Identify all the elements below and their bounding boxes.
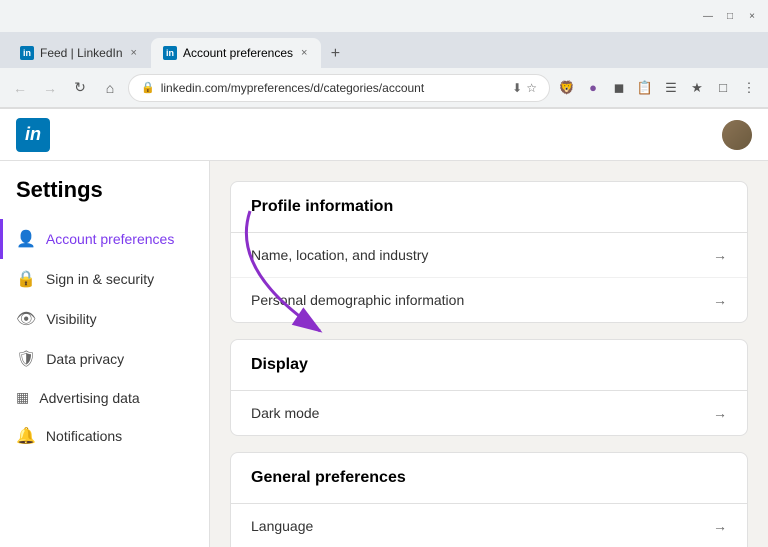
lock-icon: 🔒 — [141, 81, 155, 94]
account-icon: 👤 — [16, 229, 36, 249]
general-prefs-title: General preferences — [231, 453, 747, 504]
sidebar-label-visibility: Visibility — [46, 311, 96, 327]
ext-icon-2[interactable]: 📋 — [634, 77, 656, 99]
sidebar-item-notifications[interactable]: 🔔 Notifications — [0, 416, 209, 456]
bookmark-icon[interactable]: ★ — [686, 77, 708, 99]
setting-meta-name: → — [713, 247, 727, 263]
tab-title-feed: Feed | LinkedIn — [40, 46, 123, 60]
sidebar-item-security[interactable]: 🔒 Sign in & security — [0, 259, 209, 299]
back-button[interactable]: ← — [8, 76, 32, 100]
url-text: linkedin.com/mypreferences/d/categories/… — [161, 81, 506, 95]
data-icon: 🛡 — [16, 349, 36, 369]
arrow-icon-darkmode: → — [713, 405, 727, 421]
ext-icon-1[interactable]: ◼ — [608, 77, 630, 99]
setting-meta-language: → — [713, 518, 727, 534]
setting-name-label: Name, location, and industry — [251, 247, 428, 263]
more-icon[interactable]: ⋮ — [738, 77, 760, 99]
general-prefs-section: General preferences Language → Content l… — [230, 452, 748, 547]
menu-icon[interactable]: ☰ — [660, 77, 682, 99]
display-section: Display Dark mode → — [230, 339, 748, 436]
maximize-button[interactable]: □ — [722, 8, 738, 24]
sidebar-item-advertising[interactable]: ▦ Advertising data — [0, 379, 209, 416]
linkedin-logo[interactable]: in — [16, 118, 50, 152]
star-icon[interactable]: ☆ — [526, 81, 537, 95]
sidebar-item-data[interactable]: 🛡 Data privacy — [0, 339, 209, 379]
download-icon[interactable]: ⬇ — [512, 81, 522, 95]
content-area: Settings 👤 Account preferences 🔒 Sign in… — [0, 161, 768, 547]
close-button[interactable]: × — [744, 8, 760, 24]
arrow-icon-language: → — [713, 518, 727, 534]
avatar-image — [722, 120, 752, 150]
sidebar-label-security: Sign in & security — [46, 271, 154, 287]
tor-icon[interactable]: ● — [582, 77, 604, 99]
setting-row-demographic[interactable]: Personal demographic information → — [231, 278, 747, 322]
notifications-icon: 🔔 — [16, 426, 36, 446]
profile-info-section: Profile information Name, location, and … — [230, 181, 748, 323]
url-action-icons: ⬇ ☆ — [512, 81, 537, 95]
setting-row-darkmode[interactable]: Dark mode → — [231, 391, 747, 435]
sidebar-label-data: Data privacy — [46, 351, 124, 367]
header-right — [722, 120, 752, 150]
home-button[interactable]: ⌂ — [98, 76, 122, 100]
tab-account-preferences[interactable]: in Account preferences × — [151, 38, 322, 68]
profile-info-title: Profile information — [231, 182, 747, 233]
window-controls[interactable]: — □ × — [700, 8, 760, 24]
profile-icon[interactable]: □ — [712, 77, 734, 99]
tab-title-account: Account preferences — [183, 46, 293, 60]
app-header: in — [0, 109, 768, 161]
tab-favicon-account: in — [163, 46, 177, 60]
setting-meta-darkmode: → — [713, 405, 727, 421]
setting-meta-demographic: → — [713, 292, 727, 308]
toolbar-icons: 🦁 ● ◼ 📋 ☰ ★ □ ⋮ — [556, 77, 760, 99]
setting-language-label: Language — [251, 518, 313, 534]
setting-demographic-label: Personal demographic information — [251, 292, 464, 308]
tab-favicon-feed: in — [20, 46, 34, 60]
sidebar-label-advertising: Advertising data — [39, 390, 139, 406]
security-icon: 🔒 — [16, 269, 36, 289]
sidebar-title: Settings — [0, 177, 209, 219]
tab-feed[interactable]: in Feed | LinkedIn × — [8, 38, 151, 68]
main-content: Profile information Name, location, and … — [210, 161, 768, 547]
advertising-icon: ▦ — [16, 389, 29, 406]
tab-close-feed[interactable]: × — [129, 45, 139, 61]
tabs-bar: in Feed | LinkedIn × in Account preferen… — [0, 32, 768, 68]
arrow-icon-name: → — [713, 247, 727, 263]
setting-row-name[interactable]: Name, location, and industry → — [231, 233, 747, 278]
refresh-button[interactable]: ↻ — [68, 76, 92, 100]
avatar[interactable] — [722, 120, 752, 150]
sidebar: Settings 👤 Account preferences 🔒 Sign in… — [0, 161, 210, 547]
sidebar-label-account: Account preferences — [46, 231, 174, 247]
minimize-button[interactable]: — — [700, 8, 716, 24]
new-tab-button[interactable]: + — [321, 40, 349, 68]
address-bar: ← → ↻ ⌂ 🔒 linkedin.com/mypreferences/d/c… — [0, 68, 768, 108]
brave-icon[interactable]: 🦁 — [556, 77, 578, 99]
forward-button[interactable]: → — [38, 76, 62, 100]
app: in Settings 👤 Account preferences 🔒 Sign… — [0, 109, 768, 547]
tab-close-account[interactable]: × — [299, 45, 309, 61]
setting-row-language[interactable]: Language → — [231, 504, 747, 547]
visibility-icon: 👁 — [16, 309, 36, 329]
arrow-icon-demographic: → — [713, 292, 727, 308]
setting-darkmode-label: Dark mode — [251, 405, 319, 421]
sidebar-item-visibility[interactable]: 👁 Visibility — [0, 299, 209, 339]
sidebar-item-account[interactable]: 👤 Account preferences — [0, 219, 209, 259]
display-title: Display — [231, 340, 747, 391]
sidebar-label-notifications: Notifications — [46, 428, 122, 444]
url-bar[interactable]: 🔒 linkedin.com/mypreferences/d/categorie… — [128, 74, 550, 102]
title-bar: — □ × — [0, 0, 768, 32]
